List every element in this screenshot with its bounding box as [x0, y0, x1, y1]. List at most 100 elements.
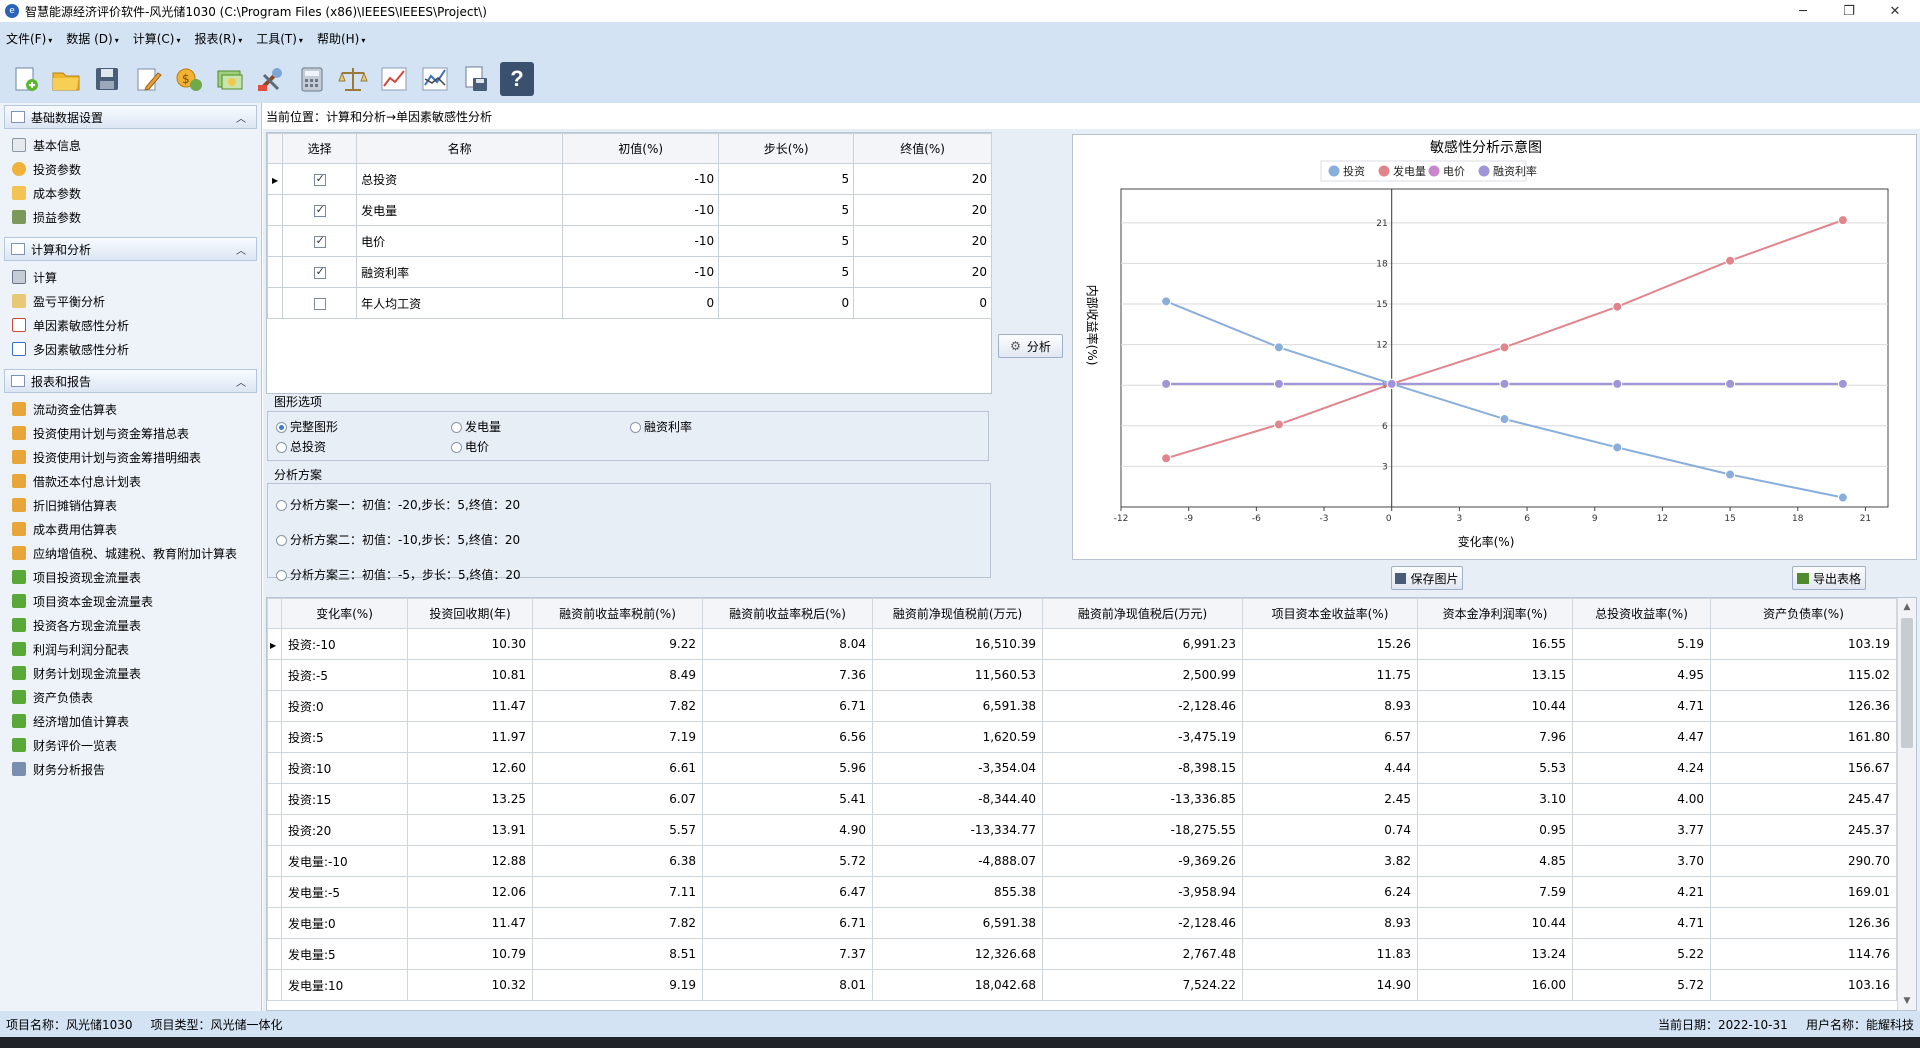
scheme-option-2[interactable]: 分析方案二：初值：-10,步长：5,终值：20 [276, 531, 520, 548]
table-row[interactable]: 投资:0 11.47 7.82 6.71 6,591.38 -2,128.46 8.93 10… [267, 690, 1897, 722]
open-folder-icon[interactable] [49, 62, 83, 96]
edit-icon[interactable] [131, 62, 165, 96]
group-reports[interactable]: 报表和报告 ︿ [4, 369, 257, 393]
col-header[interactable]: 名称 [356, 133, 564, 164]
group-basic-data[interactable]: 基础数据设置 ︿ [4, 105, 257, 129]
table-row[interactable]: ▶ 投资:-10 10.30 9.22 8.04 16,510.39 6,991.23 15.… [267, 628, 1897, 660]
table-row[interactable]: 发电量:5 10.79 8.51 7.37 12,326.68 2,767.48 11.83… [267, 938, 1897, 970]
param-row[interactable]: ▶ 总投资-10520 [266, 163, 992, 195]
end-cell[interactable]: 20 [853, 256, 992, 288]
export-doc-icon[interactable] [459, 62, 493, 96]
save-image-button[interactable]: 保存图片 [1391, 566, 1463, 590]
help-icon[interactable]: ? [500, 62, 534, 96]
scrollbar-thumb[interactable] [1901, 618, 1913, 748]
init-cell[interactable]: -10 [562, 225, 720, 257]
col-header[interactable]: 融资前收益率税前(%) [532, 598, 703, 629]
name-cell[interactable]: 电价 [356, 225, 564, 257]
sidebar-item-report[interactable]: 利润与利润分配表 [0, 637, 261, 661]
sidebar-item-cost-params[interactable]: 成本参数 [0, 181, 261, 205]
save-disk-icon[interactable] [90, 62, 124, 96]
name-cell[interactable]: 年人均工资 [356, 287, 564, 319]
sidebar-item-report[interactable]: 财务计划现金流量表 [0, 661, 261, 685]
analyze-button[interactable]: ⚙ 分析 [998, 334, 1063, 358]
col-header[interactable]: 资本金净利润率(%) [1417, 598, 1573, 629]
init-cell[interactable]: -10 [562, 256, 720, 288]
sidebar-item-report[interactable]: 投资各方现金流量表 [0, 613, 261, 637]
sidebar-item-report[interactable]: 项目资本金现金流量表 [0, 589, 261, 613]
col-header[interactable]: 初值(%) [562, 133, 720, 164]
scheme-option-3[interactable]: 分析方案三：初值：-5，步长：5,终值：20 [276, 566, 521, 583]
calculator-icon[interactable] [295, 62, 329, 96]
vertical-scrollbar[interactable]: ▲ ▼ [1897, 598, 1916, 1010]
menu-report[interactable]: 报表(R) [195, 30, 243, 47]
line-chart-icon[interactable] [377, 62, 411, 96]
checkbox[interactable] [313, 172, 326, 186]
checkbox[interactable] [313, 234, 326, 248]
end-cell[interactable]: 0 [853, 287, 992, 319]
balance-scale-icon[interactable] [336, 62, 370, 96]
sidebar-item-report[interactable]: 经济增加值计算表 [0, 709, 261, 733]
select-cell[interactable] [282, 287, 358, 319]
table-row[interactable]: 发电量:10 10.32 9.19 8.01 18,042.68 7,524.22 14.9… [267, 969, 1897, 1001]
menu-tools[interactable]: 工具(T) [256, 30, 303, 47]
table-row[interactable]: 投资:15 13.25 6.07 5.41 -8,344.40 -13,336.85 2.4… [267, 783, 1897, 815]
money-coins-icon[interactable]: $ [172, 62, 206, 96]
sidebar-item-report[interactable]: 资产负债表 [0, 685, 261, 709]
checkbox[interactable] [313, 297, 326, 310]
option-finance-rate[interactable]: 融资利率 [630, 418, 692, 435]
table-row[interactable]: 投资:10 12.60 6.61 5.96 -3,354.04 -8,398.15 4.44… [267, 752, 1897, 784]
sidebar-item-invest-params[interactable]: 投资参数 [0, 157, 261, 181]
scroll-down-icon[interactable]: ▼ [1898, 992, 1916, 1010]
step-cell[interactable]: 0 [718, 287, 855, 319]
sidebar-item-multi-factor[interactable]: 多因素敏感性分析 [0, 337, 261, 361]
select-cell[interactable] [282, 225, 358, 257]
option-total-investment[interactable]: 总投资 [276, 438, 326, 455]
param-row[interactable]: 融资利率-10520 [266, 256, 992, 288]
col-header[interactable]: 融资前净现值税前(万元) [872, 598, 1043, 629]
table-row[interactable]: 投资:5 11.97 7.19 6.56 1,620.59 -3,475.19 6.57 7.… [267, 721, 1897, 753]
col-header[interactable]: 投资回收期(年) [407, 598, 533, 629]
tools-icon[interactable] [254, 62, 288, 96]
minimize-button[interactable]: ─ [1780, 0, 1826, 22]
sidebar-item-report[interactable]: 流动资金估算表 [0, 397, 261, 421]
col-header[interactable]: 项目资本金收益率(%) [1242, 598, 1418, 629]
option-full-graph[interactable]: 完整图形 [276, 418, 338, 435]
name-cell[interactable]: 发电量 [356, 194, 564, 226]
sidebar-item-breakeven[interactable]: 盈亏平衡分析 [0, 289, 261, 313]
chevron-up-icon[interactable]: ︿ [236, 242, 246, 257]
chevron-up-icon[interactable]: ︿ [236, 374, 246, 389]
cash-icon[interactable] [213, 62, 247, 96]
name-cell[interactable]: 总投资 [356, 163, 564, 195]
sidebar-item-basic-info[interactable]: 基本信息 [0, 133, 261, 157]
menu-calculate[interactable]: 计算(C) [133, 30, 181, 47]
table-row[interactable]: 发电量:-10 12.88 6.38 5.72 -4,888.07 -9,369.26 3.… [267, 845, 1897, 877]
step-cell[interactable]: 5 [718, 225, 855, 257]
sidebar-item-report[interactable]: 财务分析报告 [0, 757, 261, 781]
end-cell[interactable]: 20 [853, 194, 992, 226]
export-table-button[interactable]: 导出表格 [1792, 566, 1866, 590]
sidebar-item-report[interactable]: 借款还本付息计划表 [0, 469, 261, 493]
group-calc-analysis[interactable]: 计算和分析 ︿ [4, 237, 257, 261]
sidebar-item-report[interactable]: 折旧摊销估算表 [0, 493, 261, 517]
sidebar-item-report[interactable]: 财务评价一览表 [0, 733, 261, 757]
name-cell[interactable]: 融资利率 [356, 256, 564, 288]
select-cell[interactable] [282, 194, 358, 226]
sidebar-item-report[interactable]: 投资使用计划与资金筹措总表 [0, 421, 261, 445]
col-header[interactable]: 总投资收益率(%) [1572, 598, 1711, 629]
chevron-up-icon[interactable]: ︿ [236, 110, 246, 125]
restore-button[interactable]: ❐ [1826, 0, 1872, 22]
checkbox[interactable] [313, 265, 326, 279]
close-button[interactable]: ✕ [1872, 0, 1918, 22]
table-row[interactable]: 发电量:0 11.47 7.82 6.71 6,591.38 -2,128.46 8.93 1… [267, 907, 1897, 939]
col-header[interactable]: 变化率(%) [281, 598, 408, 629]
step-cell[interactable]: 5 [718, 194, 855, 226]
param-row[interactable]: 年人均工资 0 0 0 [266, 287, 992, 319]
menu-data[interactable]: 数据 (D) [66, 30, 118, 47]
sidebar-item-single-factor[interactable]: 单因素敏感性分析 [0, 313, 261, 337]
col-header[interactable]: 步长(%) [718, 133, 855, 164]
menu-file[interactable]: 文件(F) [6, 30, 52, 47]
select-cell[interactable] [282, 163, 358, 195]
table-row[interactable]: 发电量:-5 12.06 7.11 6.47 855.38 -3,958.94 6.24 7.… [267, 876, 1897, 908]
sidebar-item-calculate[interactable]: 计算 [0, 265, 261, 289]
end-cell[interactable]: 20 [853, 163, 992, 195]
